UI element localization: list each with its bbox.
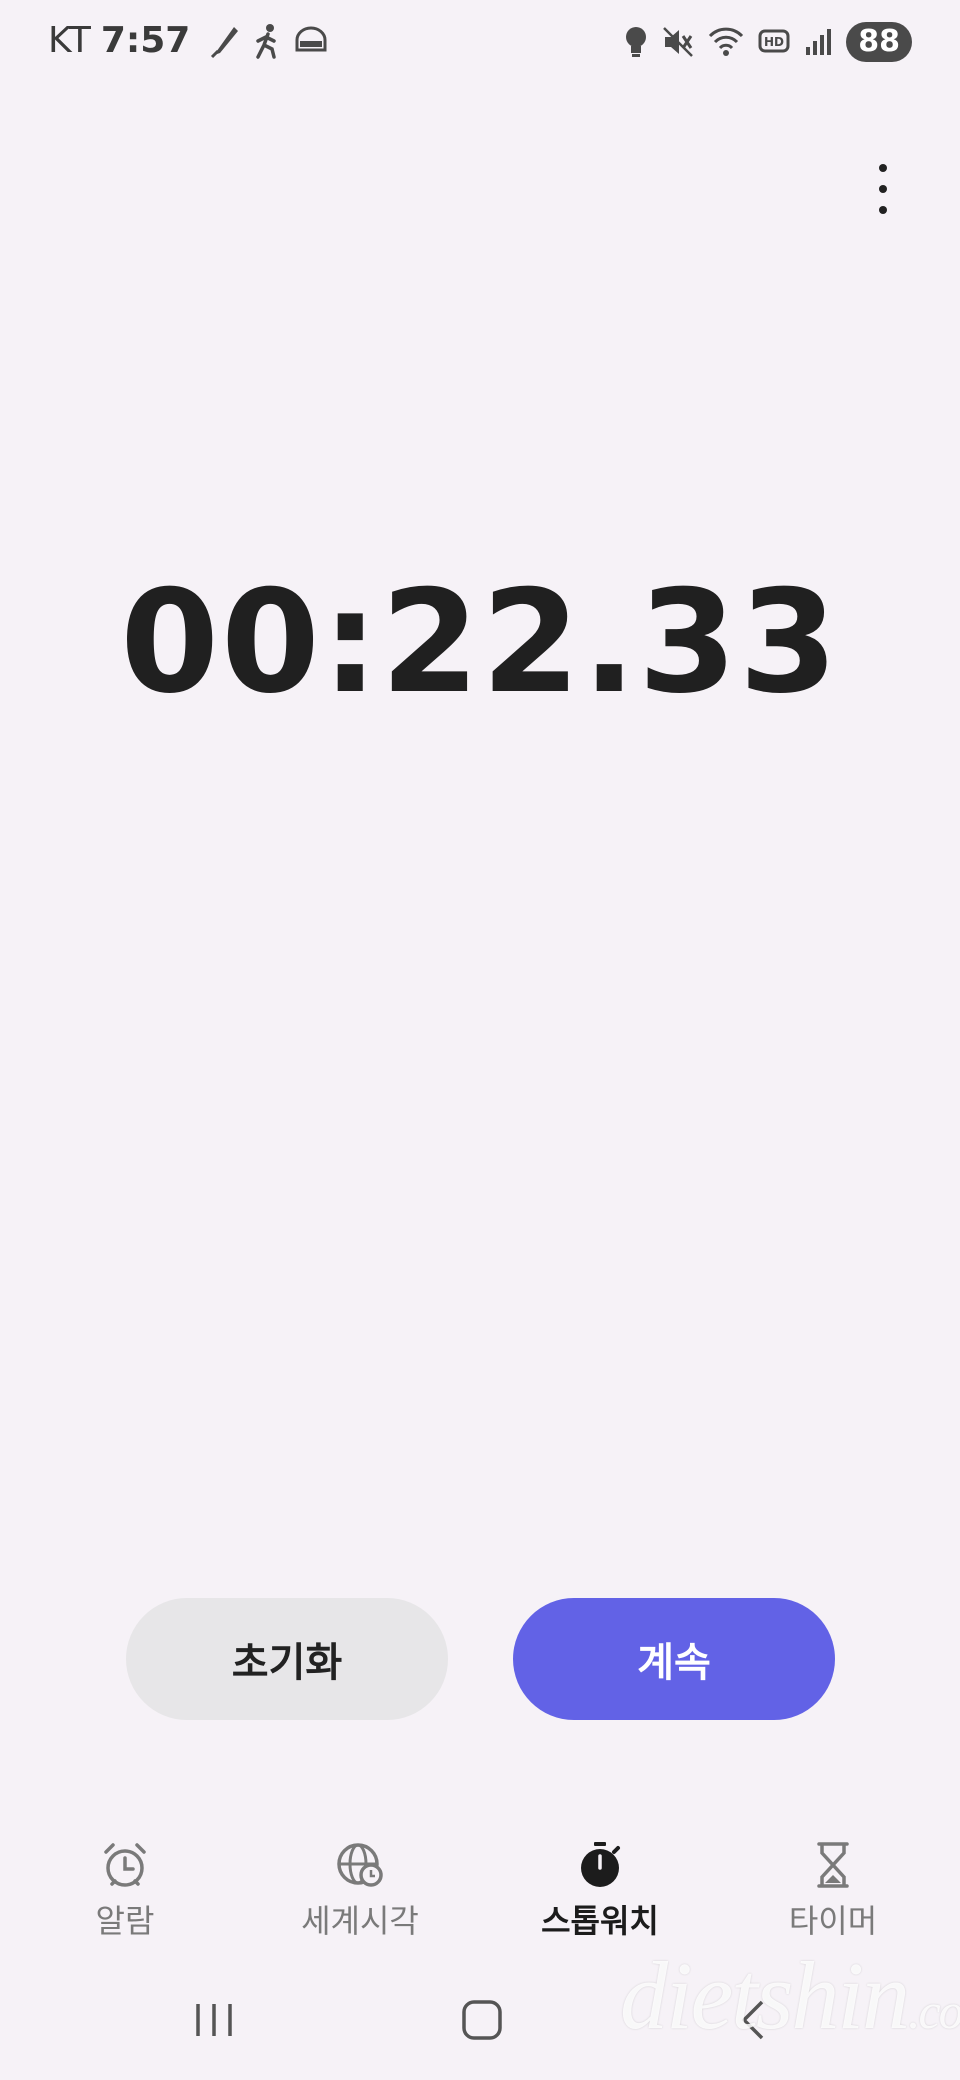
continue-button[interactable]: 계속	[513, 1598, 835, 1720]
tab-alarm[interactable]: 알람	[15, 1840, 235, 1942]
tab-label: 타이머	[788, 1902, 878, 1940]
stopwatch-time: 00:22.33	[120, 560, 840, 725]
alarm-clock-icon	[100, 1840, 150, 1890]
wifi-icon	[708, 26, 744, 58]
tab-timer[interactable]: 타이머	[723, 1840, 943, 1942]
tab-stopwatch[interactable]: 스톱워치	[490, 1840, 710, 1942]
home-button[interactable]	[452, 1990, 512, 2050]
status-right: HD 88	[624, 22, 912, 62]
bulb-icon	[624, 26, 648, 58]
quill-icon	[208, 23, 242, 59]
bottom-tab-bar: 알람 세계시각 스톱워치 타이머	[0, 1840, 960, 1940]
reset-button[interactable]: 초기화	[126, 1598, 448, 1720]
hd-icon: HD	[758, 28, 790, 56]
status-bar: KT 7:57 HD 88	[0, 0, 960, 90]
more-dot	[879, 185, 887, 193]
more-dot	[879, 206, 887, 214]
tab-world-clock[interactable]: 세계시각	[250, 1840, 470, 1942]
stopwatch-icon	[575, 1840, 625, 1890]
recent-apps-icon	[196, 2004, 232, 2036]
status-left: KT 7:57	[48, 20, 328, 61]
tab-label: 알람	[95, 1902, 155, 1940]
status-time: 7:57	[100, 20, 191, 61]
walking-icon	[252, 23, 284, 59]
signal-icon	[804, 27, 832, 57]
hourglass-icon	[808, 1840, 858, 1890]
carrier-label: KT	[48, 20, 91, 61]
globe-clock-icon	[335, 1840, 385, 1890]
more-dot	[879, 164, 887, 172]
more-options-button[interactable]	[868, 164, 898, 214]
tab-label: 세계시각	[301, 1902, 419, 1940]
watermark-text: dietshin	[620, 1942, 910, 2049]
battery-indicator: 88	[846, 22, 912, 62]
dash-badge-icon	[294, 26, 328, 56]
mute-icon	[662, 26, 694, 58]
recent-apps-button[interactable]	[184, 1990, 244, 2050]
watermark-suffix: .com	[907, 1983, 960, 2039]
dietshin-watermark: dietshin.com	[620, 1940, 960, 2051]
tab-label: 스톱워치	[541, 1902, 659, 1940]
home-icon	[462, 2000, 502, 2040]
svg-text:HD: HD	[764, 35, 784, 49]
